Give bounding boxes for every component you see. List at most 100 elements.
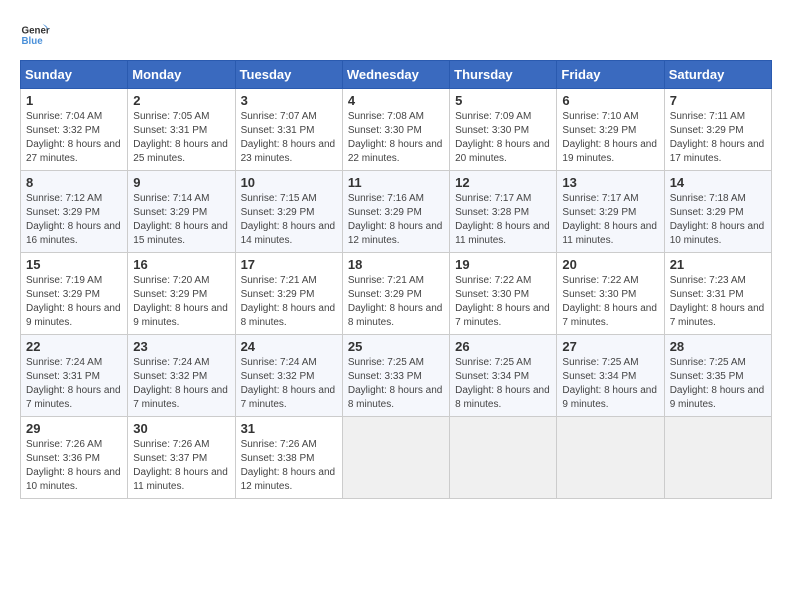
calendar-header-row: SundayMondayTuesdayWednesdayThursdayFrid…	[21, 61, 772, 89]
column-header-sunday: Sunday	[21, 61, 128, 89]
column-header-saturday: Saturday	[664, 61, 771, 89]
day-number: 5	[455, 93, 551, 108]
calendar-cell: 29Sunrise: 7:26 AMSunset: 3:36 PMDayligh…	[21, 417, 128, 499]
day-number: 18	[348, 257, 444, 272]
column-header-friday: Friday	[557, 61, 664, 89]
calendar-cell: 6 Sunrise: 7:10 AMSunset: 3:29 PMDaylight…	[557, 89, 664, 171]
day-number: 1	[26, 93, 122, 108]
day-number: 31	[241, 421, 337, 436]
day-info: Sunrise: 7:10 AMSunset: 3:29 PMDaylight:…	[562, 110, 658, 166]
day-number: 30	[133, 421, 229, 436]
day-info: Sunrise: 7:12 AMSunset: 3:29 PMDaylight:…	[26, 192, 122, 248]
day-number: 22	[26, 339, 122, 354]
day-info: Sunrise: 7:17 AMSunset: 3:29 PMDaylight:…	[562, 192, 658, 248]
day-number: 15	[26, 257, 122, 272]
calendar-cell: 28 Sunrise: 7:25 AMSunset: 3:35 PMDayligh…	[664, 335, 771, 417]
calendar-cell: 8 Sunrise: 7:12 AMSunset: 3:29 PMDaylight…	[21, 171, 128, 253]
calendar-cell: 12Sunrise: 7:17 AMSunset: 3:28 PMDayligh…	[450, 171, 557, 253]
calendar-cell: 24 Sunrise: 7:24 AMSunset: 3:32 PMDayligh…	[235, 335, 342, 417]
logo-icon: General Blue	[20, 20, 50, 50]
day-number: 26	[455, 339, 551, 354]
calendar-cell	[342, 417, 449, 499]
day-info: Sunrise: 7:26 AMSunset: 3:38 PMDaylight:…	[241, 438, 337, 494]
day-info: Sunrise: 7:05 AMSunset: 3:31 PMDaylight:…	[133, 110, 229, 166]
calendar-cell: 1Sunrise: 7:04 AMSunset: 3:32 PMDaylight…	[21, 89, 128, 171]
calendar-cell: 7 Sunrise: 7:11 AMSunset: 3:29 PMDaylight…	[664, 89, 771, 171]
calendar-cell: 16Sunrise: 7:20 AMSunset: 3:29 PMDayligh…	[128, 253, 235, 335]
day-info: Sunrise: 7:21 AMSunset: 3:29 PMDaylight:…	[348, 274, 444, 330]
day-number: 19	[455, 257, 551, 272]
day-info: Sunrise: 7:15 AMSunset: 3:29 PMDaylight:…	[241, 192, 337, 248]
day-number: 4	[348, 93, 444, 108]
calendar-cell: 31 Sunrise: 7:26 AMSunset: 3:38 PMDayligh…	[235, 417, 342, 499]
day-info: Sunrise: 7:25 AMSunset: 3:34 PMDaylight:…	[562, 356, 658, 412]
day-number: 28	[670, 339, 766, 354]
calendar-week-row: 1Sunrise: 7:04 AMSunset: 3:32 PMDaylight…	[21, 89, 772, 171]
day-number: 24	[241, 339, 337, 354]
calendar-week-row: 8 Sunrise: 7:12 AMSunset: 3:29 PMDaylight…	[21, 171, 772, 253]
day-info: Sunrise: 7:24 AMSunset: 3:31 PMDaylight:…	[26, 356, 122, 412]
day-number: 23	[133, 339, 229, 354]
calendar-cell: 14 Sunrise: 7:18 AMSunset: 3:29 PMDayligh…	[664, 171, 771, 253]
day-number: 14	[670, 175, 766, 190]
calendar-cell: 17 Sunrise: 7:21 AMSunset: 3:29 PMDayligh…	[235, 253, 342, 335]
calendar-cell: 26 Sunrise: 7:25 AMSunset: 3:34 PMDayligh…	[450, 335, 557, 417]
day-info: Sunrise: 7:26 AMSunset: 3:37 PMDaylight:…	[133, 438, 229, 494]
calendar-cell: 3 Sunrise: 7:07 AMSunset: 3:31 PMDaylight…	[235, 89, 342, 171]
day-info: Sunrise: 7:17 AMSunset: 3:28 PMDaylight:…	[455, 192, 551, 248]
calendar-cell: 9 Sunrise: 7:14 AMSunset: 3:29 PMDaylight…	[128, 171, 235, 253]
column-header-tuesday: Tuesday	[235, 61, 342, 89]
day-info: Sunrise: 7:14 AMSunset: 3:29 PMDaylight:…	[133, 192, 229, 248]
column-header-thursday: Thursday	[450, 61, 557, 89]
day-info: Sunrise: 7:08 AMSunset: 3:30 PMDaylight:…	[348, 110, 444, 166]
day-info: Sunrise: 7:22 AMSunset: 3:30 PMDaylight:…	[455, 274, 551, 330]
calendar-cell: 5 Sunrise: 7:09 AMSunset: 3:30 PMDaylight…	[450, 89, 557, 171]
svg-text:Blue: Blue	[22, 36, 44, 47]
day-number: 11	[348, 175, 444, 190]
column-header-wednesday: Wednesday	[342, 61, 449, 89]
day-number: 25	[348, 339, 444, 354]
logo: General Blue	[20, 20, 50, 50]
calendar-week-row: 22 Sunrise: 7:24 AMSunset: 3:31 PMDayligh…	[21, 335, 772, 417]
day-number: 29	[26, 421, 122, 436]
day-info: Sunrise: 7:22 AMSunset: 3:30 PMDaylight:…	[562, 274, 658, 330]
calendar-cell: 20Sunrise: 7:22 AMSunset: 3:30 PMDayligh…	[557, 253, 664, 335]
day-info: Sunrise: 7:19 AMSunset: 3:29 PMDaylight:…	[26, 274, 122, 330]
day-info: Sunrise: 7:11 AMSunset: 3:29 PMDaylight:…	[670, 110, 766, 166]
day-info: Sunrise: 7:18 AMSunset: 3:29 PMDaylight:…	[670, 192, 766, 248]
column-header-monday: Monday	[128, 61, 235, 89]
day-info: Sunrise: 7:24 AMSunset: 3:32 PMDaylight:…	[133, 356, 229, 412]
calendar-cell: 13 Sunrise: 7:17 AMSunset: 3:29 PMDayligh…	[557, 171, 664, 253]
day-number: 6	[562, 93, 658, 108]
day-number: 9	[133, 175, 229, 190]
day-info: Sunrise: 7:24 AMSunset: 3:32 PMDaylight:…	[241, 356, 337, 412]
day-info: Sunrise: 7:09 AMSunset: 3:30 PMDaylight:…	[455, 110, 551, 166]
day-number: 3	[241, 93, 337, 108]
day-number: 7	[670, 93, 766, 108]
calendar-cell	[664, 417, 771, 499]
calendar-cell: 25 Sunrise: 7:25 AMSunset: 3:33 PMDayligh…	[342, 335, 449, 417]
day-info: Sunrise: 7:21 AMSunset: 3:29 PMDaylight:…	[241, 274, 337, 330]
calendar-cell	[450, 417, 557, 499]
day-number: 2	[133, 93, 229, 108]
day-info: Sunrise: 7:25 AMSunset: 3:34 PMDaylight:…	[455, 356, 551, 412]
day-info: Sunrise: 7:25 AMSunset: 3:35 PMDaylight:…	[670, 356, 766, 412]
day-number: 8	[26, 175, 122, 190]
day-info: Sunrise: 7:16 AMSunset: 3:29 PMDaylight:…	[348, 192, 444, 248]
day-info: Sunrise: 7:07 AMSunset: 3:31 PMDaylight:…	[241, 110, 337, 166]
day-number: 17	[241, 257, 337, 272]
calendar-cell: 4 Sunrise: 7:08 AMSunset: 3:30 PMDaylight…	[342, 89, 449, 171]
day-number: 27	[562, 339, 658, 354]
day-number: 10	[241, 175, 337, 190]
day-info: Sunrise: 7:25 AMSunset: 3:33 PMDaylight:…	[348, 356, 444, 412]
calendar-cell: 2 Sunrise: 7:05 AMSunset: 3:31 PMDaylight…	[128, 89, 235, 171]
calendar-cell: 15 Sunrise: 7:19 AMSunset: 3:29 PMDayligh…	[21, 253, 128, 335]
calendar-cell	[557, 417, 664, 499]
calendar-cell: 23 Sunrise: 7:24 AMSunset: 3:32 PMDayligh…	[128, 335, 235, 417]
day-info: Sunrise: 7:23 AMSunset: 3:31 PMDaylight:…	[670, 274, 766, 330]
calendar-table: SundayMondayTuesdayWednesdayThursdayFrid…	[20, 60, 772, 499]
svg-text:General: General	[22, 26, 51, 37]
day-number: 16	[133, 257, 229, 272]
calendar-week-row: 29Sunrise: 7:26 AMSunset: 3:36 PMDayligh…	[21, 417, 772, 499]
day-number: 13	[562, 175, 658, 190]
